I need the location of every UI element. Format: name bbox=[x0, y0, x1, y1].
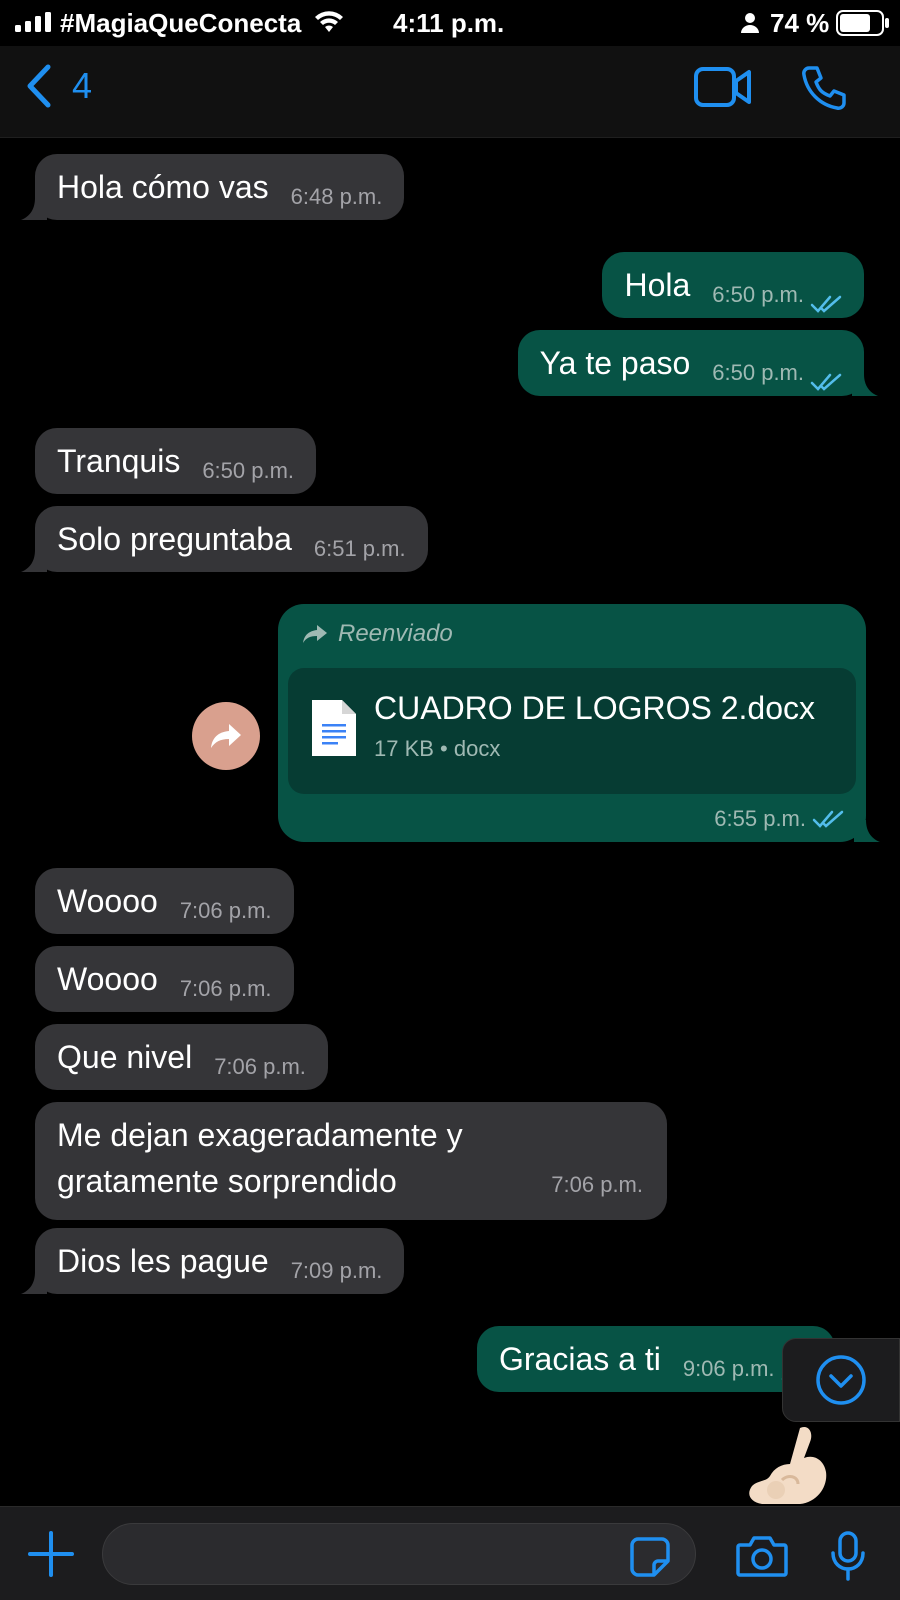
document-icon bbox=[312, 700, 356, 756]
message-incoming[interactable]: Me dejan exageradamente y gratamente sor… bbox=[35, 1102, 667, 1220]
message-text-line: Me dejan exageradamente y bbox=[57, 1117, 463, 1153]
message-time: 7:06 p.m. bbox=[179, 898, 272, 923]
read-ticks-icon bbox=[810, 295, 842, 313]
back-button[interactable]: 4 bbox=[26, 64, 92, 108]
forward-arrow-icon bbox=[303, 625, 327, 643]
camera-icon[interactable] bbox=[736, 1535, 788, 1577]
forward-arrow-icon bbox=[211, 724, 241, 748]
message-time: 6:51 p.m. bbox=[313, 536, 406, 561]
message-time: 6:50 p.m. bbox=[712, 282, 804, 307]
message-time: 7:06 p.m. bbox=[179, 976, 272, 1001]
message-input[interactable] bbox=[102, 1523, 696, 1585]
message-outgoing[interactable]: Hola 6:50 p.m. bbox=[602, 252, 864, 318]
message-text: Woooo bbox=[57, 961, 158, 997]
message-time: 6:48 p.m. bbox=[290, 184, 383, 209]
bubble-tail bbox=[21, 550, 47, 572]
message-incoming[interactable]: Solo preguntaba 6:51 p.m. bbox=[21, 506, 428, 572]
message-time: 6:50 p.m. bbox=[712, 360, 804, 385]
chevron-down-circle-icon bbox=[816, 1355, 866, 1405]
document-name: CUADRO DE LOGROS 2.docx bbox=[374, 690, 815, 726]
status-bar: #MagiaQueConecta 4:11 p.m. 74 % bbox=[0, 0, 900, 46]
ok-hand-sticker bbox=[749, 1426, 827, 1504]
battery-percentage: 74 % bbox=[770, 8, 830, 38]
signal-icon bbox=[15, 12, 51, 32]
bubble-tail bbox=[852, 374, 878, 396]
forwarded-document-message[interactable]: Reenviado CUADRO DE LOGROS 2.docx 17 KB … bbox=[278, 604, 880, 842]
message-time: 7:09 p.m. bbox=[290, 1258, 383, 1283]
unread-count: 4 bbox=[72, 65, 93, 106]
wifi-icon bbox=[315, 11, 343, 32]
message-outgoing[interactable]: Gracias a ti 9:06 p.m. bbox=[477, 1326, 835, 1392]
back-chevron-icon bbox=[27, 64, 51, 108]
person-icon bbox=[741, 13, 759, 33]
battery-icon bbox=[836, 10, 889, 36]
message-text: Hola bbox=[624, 267, 691, 303]
read-ticks-icon bbox=[810, 373, 842, 391]
message-incoming[interactable]: Woooo 7:06 p.m. bbox=[35, 868, 294, 934]
message-incoming[interactable]: Tranquis 6:50 p.m. bbox=[35, 428, 317, 494]
clock: 4:11 p.m. bbox=[393, 8, 505, 38]
message-incoming[interactable]: Que nivel 7:06 p.m. bbox=[35, 1024, 328, 1090]
bubble-tail bbox=[21, 1272, 47, 1294]
message-time: 7:06 p.m. bbox=[214, 1054, 306, 1079]
read-ticks-icon bbox=[812, 810, 844, 828]
phone-icon[interactable] bbox=[800, 64, 848, 112]
message-text: Hola cómo vas bbox=[57, 169, 269, 205]
message-outgoing[interactable]: Ya te paso 6:50 p.m. bbox=[517, 330, 878, 396]
chat-header: 4 bbox=[0, 46, 900, 138]
message-incoming[interactable]: Dios les pague 7:09 p.m. bbox=[21, 1228, 405, 1294]
message-text: Woooo bbox=[57, 883, 158, 919]
share-button[interactable] bbox=[192, 702, 260, 770]
message-incoming[interactable]: Woooo 7:06 p.m. bbox=[35, 946, 294, 1012]
message-time: 6:55 p.m. bbox=[714, 806, 806, 831]
message-text: Dios les pague bbox=[57, 1243, 269, 1279]
message-composer bbox=[0, 1506, 900, 1600]
forwarded-label: Reenviado bbox=[302, 620, 453, 648]
message-text: Ya te paso bbox=[539, 345, 691, 381]
message-time-row: 6:55 p.m. bbox=[714, 806, 844, 832]
message-incoming[interactable]: Hola cómo vas 6:48 p.m. bbox=[21, 154, 405, 220]
document-attachment[interactable]: CUADRO DE LOGROS 2.docx 17 KB • docx bbox=[288, 668, 856, 794]
message-text: Solo preguntaba bbox=[57, 521, 292, 557]
message-text: Tranquis bbox=[57, 443, 181, 479]
forwarded-text: Reenviado bbox=[338, 620, 453, 647]
document-meta: 17 KB • docx bbox=[374, 736, 501, 761]
message-time: 7:06 p.m. bbox=[551, 1172, 643, 1197]
video-camera-icon[interactable] bbox=[694, 66, 752, 108]
scroll-to-bottom-button[interactable] bbox=[782, 1338, 900, 1422]
bubble-tail bbox=[21, 198, 47, 220]
message-text: Que nivel bbox=[57, 1039, 193, 1075]
message-text: Gracias a ti bbox=[499, 1341, 661, 1377]
carrier-name: #MagiaQueConecta bbox=[60, 8, 302, 38]
bubble-tail bbox=[854, 820, 880, 842]
sticker-icon[interactable] bbox=[630, 1537, 670, 1577]
microphone-icon[interactable] bbox=[830, 1531, 866, 1581]
message-time: 6:50 p.m. bbox=[202, 458, 295, 483]
message-time: 9:06 p.m. bbox=[682, 1356, 775, 1381]
plus-icon[interactable] bbox=[28, 1531, 74, 1577]
